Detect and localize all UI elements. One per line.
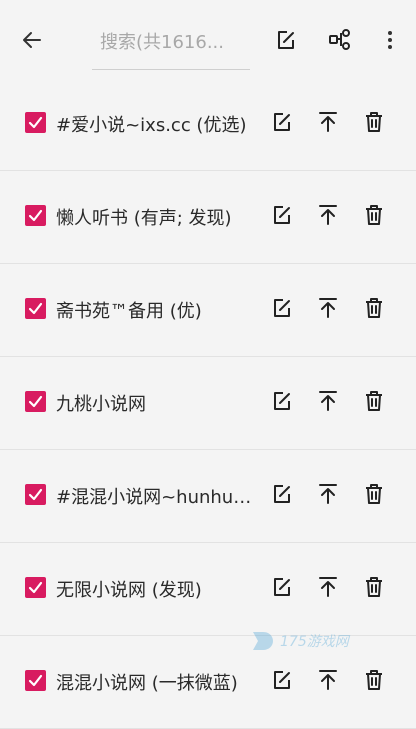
move-to-top-icon — [319, 577, 337, 597]
move-to-top-icon — [319, 112, 337, 132]
source-checkbox[interactable] — [25, 205, 46, 226]
source-row[interactable]: 斋书苑™备用 (优) — [0, 264, 416, 357]
watermark: 175游戏网 — [250, 628, 349, 654]
watermark-text: 175游戏网 — [280, 634, 349, 650]
check-icon — [28, 116, 43, 129]
move-to-top-button[interactable] — [310, 383, 346, 419]
check-icon — [28, 302, 43, 315]
edit-icon — [274, 113, 290, 131]
delete-source-button[interactable] — [356, 569, 392, 605]
move-to-top-button[interactable] — [310, 104, 346, 140]
move-to-top-button[interactable] — [310, 569, 346, 605]
edit-icon — [274, 671, 290, 689]
trash-icon — [366, 484, 382, 504]
delete-source-button[interactable] — [356, 383, 392, 419]
source-row[interactable]: 混混小说网 (一抹微蓝) — [0, 636, 416, 729]
edit-icon — [278, 31, 294, 49]
trash-icon — [366, 577, 382, 597]
group-icon — [329, 29, 350, 50]
trash-icon — [366, 205, 382, 225]
search-placeholder: 搜索(共1616... — [100, 32, 224, 53]
source-checkbox[interactable] — [25, 391, 46, 412]
edit-icon — [274, 206, 290, 224]
edit-source-button[interactable] — [264, 383, 300, 419]
edit-source-button[interactable] — [264, 476, 300, 512]
source-row[interactable]: 无限小说网 (发现) — [0, 543, 416, 636]
source-name: #混混小说网~hunhun52... — [56, 487, 262, 508]
search-underline — [92, 69, 250, 70]
source-name: 九桃小说网 — [56, 394, 146, 415]
trash-icon — [366, 298, 382, 318]
source-row[interactable]: #爱小说~ixs.cc (优选) — [0, 78, 416, 171]
check-icon — [28, 674, 43, 687]
source-name: #爱小说~ixs.cc (优选) — [56, 115, 247, 136]
check-icon — [28, 209, 43, 222]
edit-source-button[interactable] — [264, 104, 300, 140]
delete-source-button[interactable] — [356, 104, 392, 140]
trash-icon — [366, 112, 382, 132]
check-icon — [28, 581, 43, 594]
group-button[interactable] — [320, 20, 360, 60]
arrow-left-icon — [23, 32, 41, 48]
search-input[interactable]: 搜索(共1616... — [92, 20, 250, 70]
source-list: #爱小说~ixs.cc (优选) 懒人听书 (有声; 发现) 斋书苑™备用 (优… — [0, 78, 416, 729]
delete-source-button[interactable] — [356, 662, 392, 698]
source-name: 懒人听书 (有声; 发现) — [56, 208, 232, 229]
move-to-top-icon — [319, 484, 337, 504]
source-name: 斋书苑™备用 (优) — [56, 301, 202, 322]
watermark-logo-icon — [253, 632, 273, 650]
trash-icon — [366, 391, 382, 411]
check-icon — [28, 395, 43, 408]
source-checkbox[interactable] — [25, 298, 46, 319]
edit-source-button[interactable] — [264, 197, 300, 233]
move-to-top-button[interactable] — [310, 197, 346, 233]
source-name: 无限小说网 (发现) — [56, 580, 202, 601]
edit-source-button[interactable] — [264, 569, 300, 605]
edit-icon — [274, 299, 290, 317]
app-toolbar: 搜索(共1616... — [0, 0, 416, 78]
delete-source-button[interactable] — [356, 197, 392, 233]
move-to-top-button[interactable] — [310, 662, 346, 698]
move-to-top-icon — [319, 298, 337, 318]
move-to-top-button[interactable] — [310, 476, 346, 512]
delete-source-button[interactable] — [356, 290, 392, 326]
trash-icon — [366, 670, 382, 690]
edit-icon — [274, 578, 290, 596]
source-checkbox[interactable] — [25, 112, 46, 133]
source-row[interactable]: 九桃小说网 — [0, 357, 416, 450]
move-to-top-icon — [319, 205, 337, 225]
source-row[interactable]: #混混小说网~hunhun52... — [0, 450, 416, 543]
source-checkbox[interactable] — [25, 670, 46, 691]
toolbar-edit-button[interactable] — [266, 20, 306, 60]
back-button[interactable] — [12, 20, 52, 60]
edit-icon — [274, 392, 290, 410]
move-to-top-icon — [319, 391, 337, 411]
edit-icon — [274, 485, 290, 503]
edit-source-button[interactable] — [264, 290, 300, 326]
source-row[interactable]: 懒人听书 (有声; 发现) — [0, 171, 416, 264]
check-icon — [28, 488, 43, 501]
more-options-button[interactable] — [370, 20, 410, 60]
move-to-top-icon — [319, 670, 337, 690]
source-checkbox[interactable] — [25, 484, 46, 505]
source-checkbox[interactable] — [25, 577, 46, 598]
move-to-top-button[interactable] — [310, 290, 346, 326]
edit-source-button[interactable] — [264, 662, 300, 698]
more-vert-icon — [388, 31, 392, 49]
source-name: 混混小说网 (一抹微蓝) — [56, 673, 238, 694]
delete-source-button[interactable] — [356, 476, 392, 512]
